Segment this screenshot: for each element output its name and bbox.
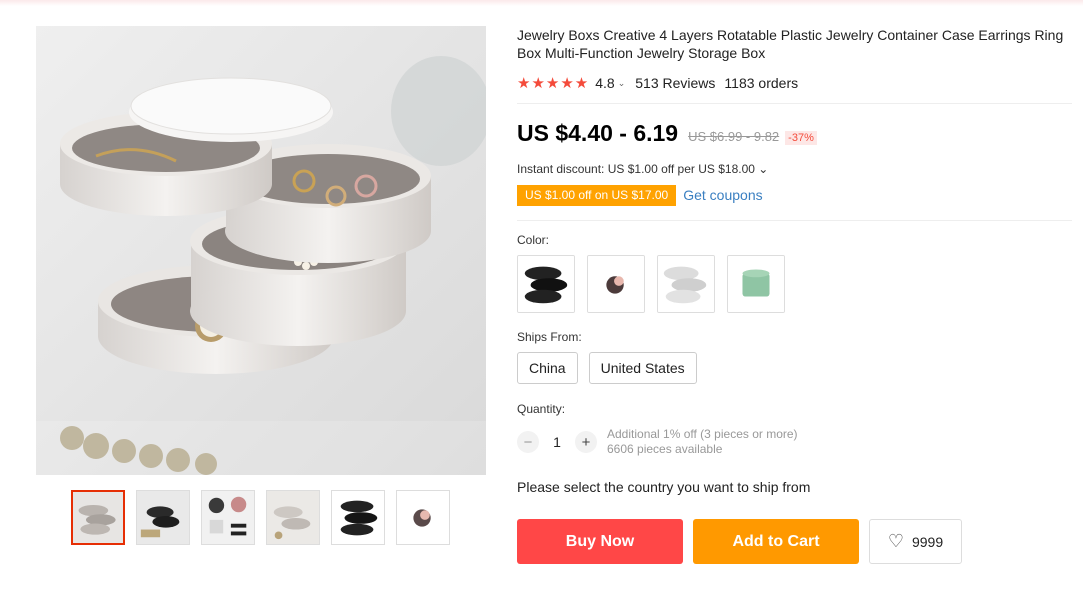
add-to-cart-button[interactable]: Add to Cart (693, 519, 859, 564)
color-swatch-rose[interactable] (587, 255, 645, 313)
quantity-notes: Additional 1% off (3 pieces or more) 660… (607, 427, 798, 457)
price-row: US $4.40 - 6.19 US $6.99 - 9.82 -37% (517, 120, 1072, 146)
current-price: US $4.40 - 6.19 (517, 120, 679, 146)
coupon-tag: US $1.00 off on US $17.00 (517, 184, 677, 206)
color-swatches (517, 255, 1072, 313)
color-swatch-black[interactable] (517, 255, 575, 313)
product-info: Jewelry Boxs Creative 4 Layers Rotatable… (517, 26, 1072, 564)
ships-from-label: Ships From: (517, 330, 582, 344)
rating-row: ★★★★★ 4.8 ⌄ 513 Reviews 1183 orders (517, 73, 1072, 93)
thumbnail-2[interactable] (136, 490, 190, 545)
thumbnail-3[interactable] (201, 490, 255, 545)
thumbnail-1[interactable] (71, 490, 125, 545)
thumbnail-6[interactable] (396, 490, 450, 545)
shipping-prompt: Please select the country you want to sh… (517, 479, 811, 495)
chevron-down-icon[interactable]: ⌄ (618, 78, 626, 89)
wishlist-button[interactable]: ♡ 9999 (869, 519, 962, 564)
heart-icon: ♡ (887, 531, 904, 551)
color-label: Color: (517, 233, 550, 247)
top-bar (0, 0, 1083, 6)
quantity-stepper: − 1 + Additional 1% off (3 pieces or mor… (517, 427, 1072, 457)
thumbnail-5[interactable] (331, 490, 385, 545)
orders-count: 1183 orders (724, 75, 799, 91)
stock-available: 6606 pieces available (607, 442, 723, 456)
color-swatch-green[interactable] (727, 255, 785, 313)
quantity-input[interactable]: 1 (539, 434, 575, 450)
discount-badge: -37% (785, 131, 817, 145)
instant-discount[interactable]: Instant discount: US $1.00 off per US $1… (517, 162, 1072, 178)
quantity-increment-button[interactable]: + (575, 431, 597, 453)
buy-now-button[interactable]: Buy Now (517, 519, 683, 564)
color-swatch-white[interactable] (657, 255, 715, 313)
product-title: Jewelry Boxs Creative 4 Layers Rotatable… (517, 27, 1064, 61)
thumbnail-4[interactable] (266, 490, 320, 545)
wishlist-count: 9999 (911, 533, 944, 550)
action-buttons: Buy Now Add to Cart ♡ 9999 (517, 519, 1072, 564)
reviews-link[interactable]: 513 Reviews (635, 75, 715, 91)
ships-from-united-states[interactable]: United States (588, 352, 697, 384)
get-coupons-link[interactable]: Get coupons (683, 187, 762, 203)
rating-score[interactable]: 4.8 (595, 75, 614, 91)
quantity-label: Quantity: (517, 402, 566, 416)
star-rating-icon: ★★★★★ (517, 75, 590, 92)
quantity-decrement-button[interactable]: − (517, 431, 539, 453)
ships-from-china[interactable]: China (517, 352, 578, 384)
thumbnail-strip (71, 490, 450, 545)
original-price: US $6.99 - 9.82 (688, 129, 780, 144)
main-product-image[interactable] (36, 26, 486, 475)
ships-from-options: China United States (517, 352, 1072, 384)
coupon-row: US $1.00 off on US $17.00 Get coupons (517, 184, 1072, 206)
bulk-discount-note: Additional 1% off (3 pieces or more) (607, 427, 798, 441)
divider (517, 103, 1072, 104)
divider (517, 220, 1072, 221)
